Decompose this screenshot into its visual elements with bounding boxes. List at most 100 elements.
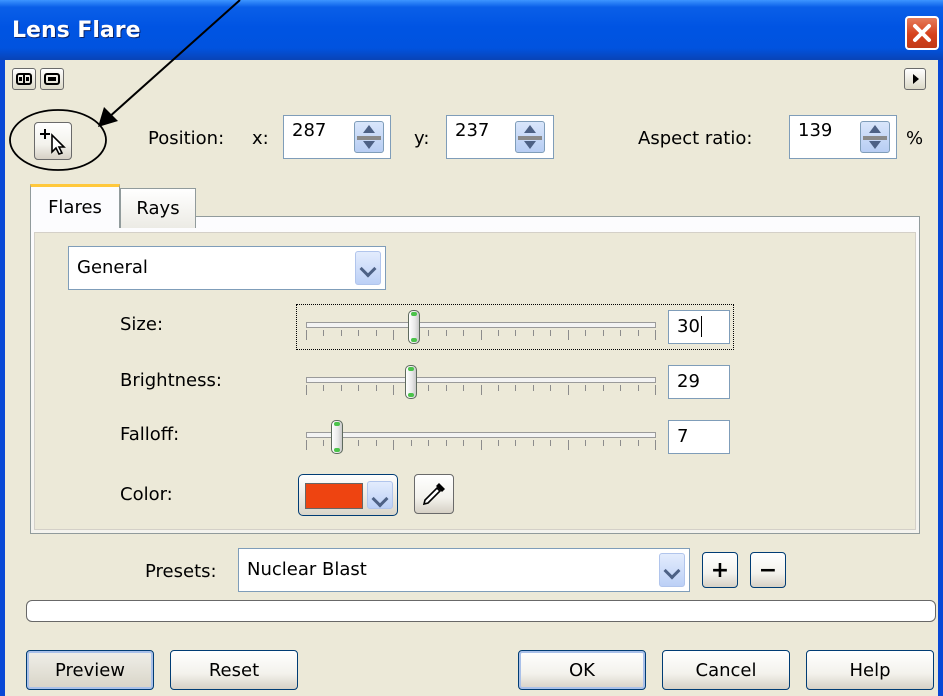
chevron-down-icon[interactable] xyxy=(659,553,685,587)
slider-tick xyxy=(428,385,430,391)
slider-tick xyxy=(323,385,325,391)
slider-tick xyxy=(655,440,656,450)
slider-tick xyxy=(375,330,377,336)
aspect-ratio-spin-field[interactable]: 139 xyxy=(789,115,897,159)
slider-tick xyxy=(602,440,604,446)
chevron-down-icon xyxy=(367,481,393,509)
slider-tick xyxy=(655,330,656,340)
pick-position-button[interactable] xyxy=(34,122,72,160)
single-view-icon xyxy=(44,73,60,85)
brightness-label: Brightness: xyxy=(120,370,222,391)
aspect-ratio-value: 139 xyxy=(798,120,833,141)
slider-thumb[interactable] xyxy=(404,365,417,399)
slider-track[interactable] xyxy=(306,432,656,438)
y-spin-field[interactable]: 237 xyxy=(446,115,554,159)
single-view-button[interactable] xyxy=(40,68,64,90)
presets-dropdown[interactable]: Nuclear Blast xyxy=(238,548,690,592)
slider-thumb[interactable] xyxy=(408,310,421,344)
slider-tick xyxy=(585,440,587,446)
slider-tick xyxy=(550,385,552,391)
aspect-ratio-spin-button[interactable] xyxy=(860,121,890,153)
brightness-value: 29 xyxy=(677,371,700,392)
size-input[interactable]: 30 xyxy=(668,310,730,344)
split-view-icon xyxy=(16,73,32,85)
add-preset-button[interactable]: + xyxy=(702,552,738,588)
color-label: Color: xyxy=(120,484,173,505)
slider-tick xyxy=(375,440,377,446)
flare-mode-value: General xyxy=(77,257,148,278)
slider-tick xyxy=(306,385,307,395)
size-slider[interactable] xyxy=(306,308,656,348)
slider-tick xyxy=(567,440,569,450)
slider-tick xyxy=(340,330,342,336)
slider-thumb[interactable] xyxy=(331,420,344,454)
flare-mode-dropdown[interactable]: General xyxy=(68,246,386,290)
slider-tick xyxy=(480,440,482,450)
preview-button[interactable]: Preview xyxy=(26,650,154,690)
slider-tick xyxy=(515,330,517,336)
slider-tick xyxy=(497,330,499,336)
slider-tick xyxy=(567,330,569,340)
slider-tick xyxy=(323,330,325,336)
cancel-button[interactable]: Cancel xyxy=(662,650,790,690)
slider-tick xyxy=(567,385,569,395)
falloff-value: 7 xyxy=(677,426,689,447)
spin-down-icon xyxy=(363,141,375,149)
tab-flares[interactable]: Flares xyxy=(30,184,120,228)
x-spin-field[interactable]: 287 xyxy=(283,115,391,159)
slider-track[interactable] xyxy=(306,322,656,328)
slider-tick xyxy=(445,330,447,336)
tab-rays[interactable]: Rays xyxy=(120,188,196,228)
slider-tick xyxy=(463,440,465,446)
spin-up-icon xyxy=(363,125,375,133)
close-icon xyxy=(913,24,931,42)
presets-value: Nuclear Blast xyxy=(247,559,367,580)
slider-tick xyxy=(358,385,360,391)
spin-up-icon xyxy=(869,125,881,133)
falloff-slider[interactable] xyxy=(306,418,656,458)
slider-tick xyxy=(428,330,430,336)
brightness-input[interactable]: 29 xyxy=(668,365,730,399)
slider-tick xyxy=(358,330,360,336)
options-menu-button[interactable] xyxy=(904,68,926,90)
help-button[interactable]: Help xyxy=(806,650,934,690)
slider-tick xyxy=(463,330,465,336)
reset-button[interactable]: Reset xyxy=(170,650,298,690)
chevron-down-icon[interactable] xyxy=(355,251,381,285)
window-title: Lens Flare xyxy=(12,18,141,43)
slider-tick xyxy=(445,440,447,446)
y-label: y: xyxy=(414,128,430,149)
slider-tick xyxy=(602,385,604,391)
slider-tick xyxy=(637,440,639,446)
ok-button[interactable]: OK xyxy=(518,650,646,690)
slider-tick xyxy=(620,330,622,336)
brightness-slider[interactable] xyxy=(306,363,656,403)
crosshair-cursor-icon xyxy=(40,129,66,155)
slider-tick xyxy=(445,385,447,391)
slider-tick xyxy=(340,385,342,391)
slider-tick xyxy=(393,440,395,450)
color-picker-button[interactable] xyxy=(298,474,398,516)
slider-tick xyxy=(585,330,587,336)
y-spin-button[interactable] xyxy=(515,121,545,153)
slider-track[interactable] xyxy=(306,377,656,383)
progress-bar xyxy=(26,600,936,622)
size-value: 30 xyxy=(677,316,700,337)
close-button[interactable] xyxy=(905,16,939,50)
x-spin-button[interactable] xyxy=(354,121,384,153)
slider-tick xyxy=(428,440,430,446)
falloff-input[interactable]: 7 xyxy=(668,420,730,454)
remove-preset-button[interactable]: − xyxy=(750,552,786,588)
slider-tick xyxy=(410,440,412,446)
slider-tick xyxy=(497,385,499,391)
size-label: Size: xyxy=(120,314,164,335)
title-bar[interactable] xyxy=(0,0,943,60)
y-value: 237 xyxy=(455,120,490,141)
slider-tick xyxy=(323,440,325,446)
slider-tick xyxy=(306,440,307,450)
eyedropper-button[interactable] xyxy=(414,474,454,514)
color-swatch xyxy=(305,483,363,509)
x-value: 287 xyxy=(292,120,327,141)
x-label: x: xyxy=(252,128,269,149)
split-view-button[interactable] xyxy=(12,68,36,90)
